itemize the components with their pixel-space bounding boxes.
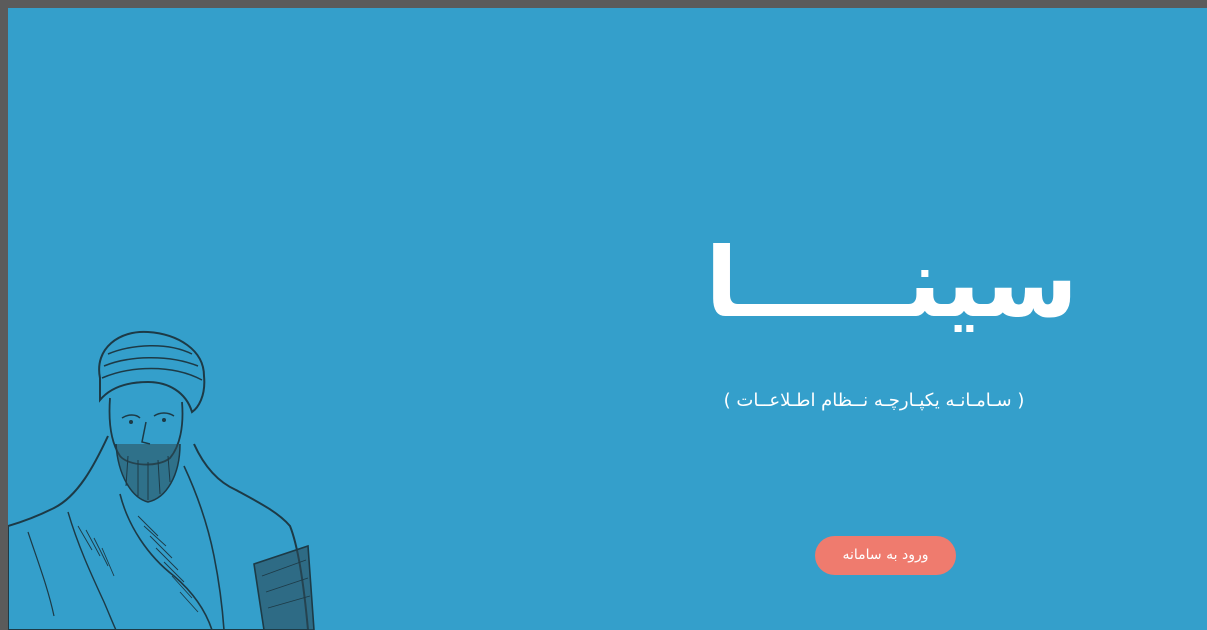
app-subtitle: ( سـامـانـه یکپـارچـه نــظام اطـلاعــات … xyxy=(723,390,1025,411)
app-title: سینـــــا xyxy=(705,227,1078,339)
scholar-portrait-illustration xyxy=(8,330,315,630)
enter-system-button[interactable]: ورود به سامانه xyxy=(815,536,956,575)
landing-page: سینـــــا ( سـامـانـه یکپـارچـه نــظام ا… xyxy=(8,8,1207,630)
